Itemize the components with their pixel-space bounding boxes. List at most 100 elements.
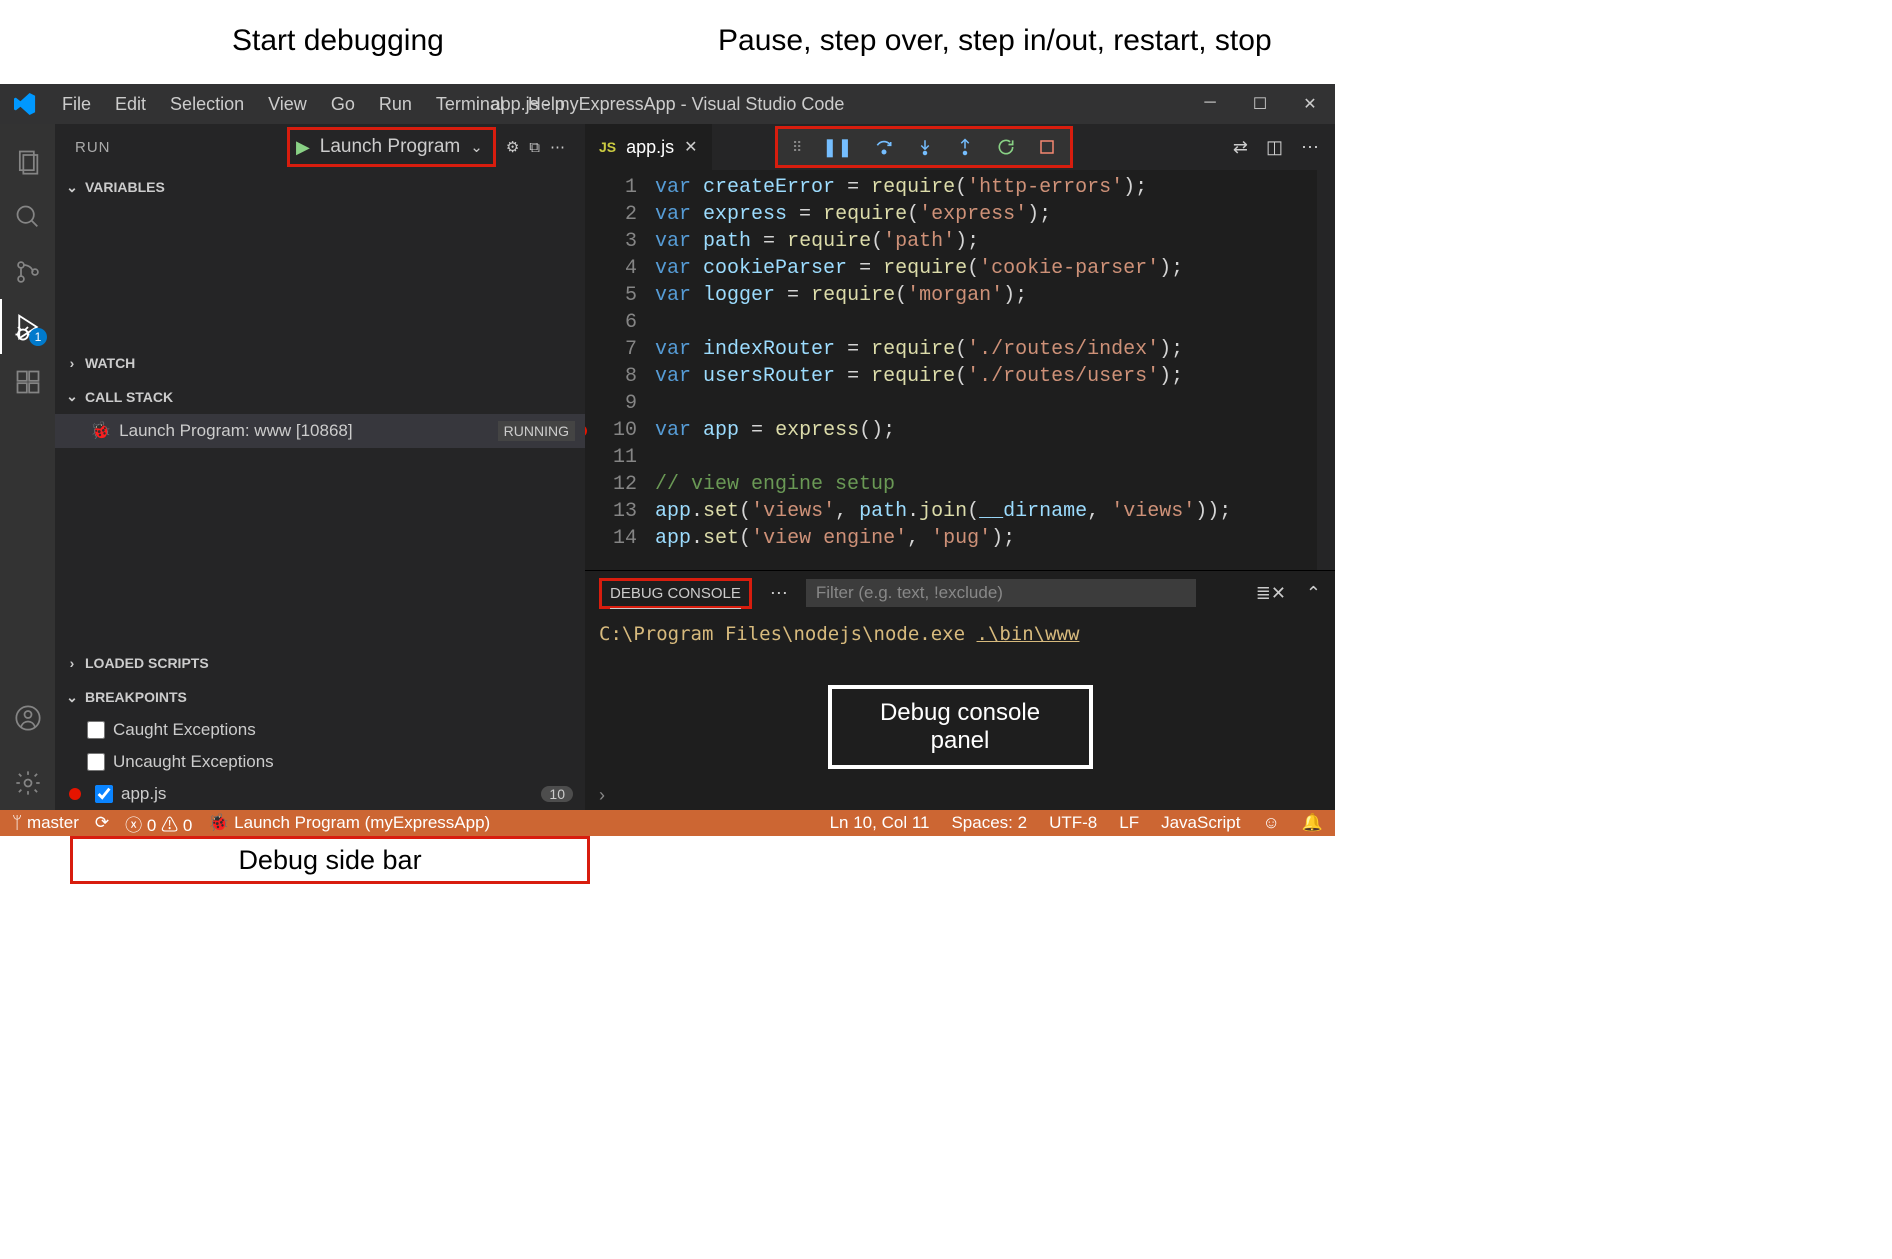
compare-icon[interactable]: ⇄ [1233, 137, 1248, 158]
breakpoint-uncaught[interactable]: Uncaught Exceptions [55, 746, 585, 778]
bug-icon: 🐞 [90, 421, 111, 441]
breakpoint-caught[interactable]: Caught Exceptions [55, 714, 585, 746]
encoding[interactable]: UTF-8 [1049, 813, 1097, 833]
minimize-button[interactable]: ─ [1185, 94, 1235, 114]
branch-indicator[interactable]: ᛘ master [12, 813, 79, 833]
annotation-start-debugging: Start debugging [232, 24, 444, 58]
maximize-button[interactable]: ☐ [1235, 94, 1285, 114]
cursor-position[interactable]: Ln 10, Col 11 [830, 813, 930, 833]
debug-toolbar[interactable]: ⠿ ❚❚ [775, 126, 1073, 168]
debug-console-tab[interactable]: DEBUG CONSOLE [599, 578, 752, 609]
annotation-debug-console-panel: Debug console panel [828, 685, 1093, 769]
vscode-window: FileEditSelectionViewGoRunTerminalHelp a… [0, 84, 1335, 836]
chevron-down-icon[interactable]: ⌄ [470, 138, 483, 156]
line-number[interactable]: 4 [585, 255, 637, 282]
source-control-icon[interactable] [0, 244, 55, 299]
call-stack-label: Launch Program: www [10868] [119, 421, 352, 441]
extensions-icon[interactable] [0, 354, 55, 409]
close-tab-icon[interactable]: ✕ [684, 137, 697, 157]
line-number[interactable]: 9 [585, 390, 637, 417]
line-number[interactable]: 8 [585, 363, 637, 390]
line-number[interactable]: 7 [585, 336, 637, 363]
eol[interactable]: LF [1119, 813, 1139, 833]
stop-icon[interactable] [1038, 138, 1056, 156]
call-stack-item[interactable]: 🐞 Launch Program: www [10868] RUNNING [55, 414, 585, 448]
status-bar: ᛘ master ⟳ ⓧ 0 ⚠ 0 🐞 Launch Program (myE… [0, 810, 1335, 836]
breakpoint-line-badge: 10 [541, 786, 573, 802]
menu-selection[interactable]: Selection [158, 94, 256, 115]
debug-badge: 1 [29, 328, 47, 346]
code-editor[interactable]: 1234567891011121314 var createError = re… [585, 170, 1335, 570]
title-bar: FileEditSelectionViewGoRunTerminalHelp a… [0, 84, 1335, 124]
loaded-scripts-header[interactable]: ›LOADED SCRIPTS [55, 646, 585, 680]
split-editor-icon[interactable]: ◫ [1266, 137, 1283, 158]
drag-grip-icon[interactable]: ⠿ [792, 139, 800, 156]
line-number[interactable]: 2 [585, 201, 637, 228]
sidebar-title: RUN [75, 139, 111, 156]
console-link[interactable]: .\bin\www [977, 623, 1080, 645]
menu-edit[interactable]: Edit [103, 94, 158, 115]
accounts-icon[interactable] [0, 690, 55, 745]
breakpoint-file[interactable]: app.js10 [55, 778, 585, 810]
breakpoints-header[interactable]: ⌄BREAKPOINTS [55, 680, 585, 714]
problems-indicator[interactable]: ⓧ 0 ⚠ 0 [125, 811, 192, 836]
window-title: app.js - myExpressApp - Visual Studio Co… [491, 94, 845, 115]
launch-config-selector[interactable]: ▶ Launch Program ⌄ [287, 127, 496, 167]
panel-more-icon[interactable]: ⋯ [770, 583, 788, 604]
menu-run[interactable]: Run [367, 94, 424, 115]
close-button[interactable]: ✕ [1285, 94, 1335, 114]
call-stack-section-header[interactable]: ⌄CALL STACK [55, 380, 585, 414]
sync-icon[interactable]: ⟳ [95, 813, 109, 833]
line-number[interactable]: 1 [585, 174, 637, 201]
search-icon[interactable] [0, 189, 55, 244]
menu-file[interactable]: File [50, 94, 103, 115]
step-into-icon[interactable] [916, 137, 934, 157]
line-gutter: 1234567891011121314 [585, 170, 655, 570]
pause-icon[interactable]: ❚❚ [822, 137, 852, 158]
run-debug-sidebar: RUN ▶ Launch Program ⌄ ⚙ ⧉ ⋯ ⌄VARIABLES … [55, 124, 585, 810]
code-content[interactable]: var createError = require('http-errors')… [655, 170, 1317, 570]
step-out-icon[interactable] [956, 137, 974, 157]
line-number[interactable]: 14 [585, 525, 637, 552]
annotation-toolbar: Pause, step over, step in/out, restart, … [718, 24, 1272, 58]
filter-input[interactable]: Filter (e.g. text, !exclude) [806, 579, 1196, 607]
call-stack-status: RUNNING [498, 421, 575, 441]
gear-icon[interactable]: ⚙ [506, 138, 519, 156]
step-over-icon[interactable] [874, 137, 894, 157]
start-debug-icon[interactable]: ▶ [296, 137, 310, 158]
menu-go[interactable]: Go [319, 94, 367, 115]
variables-section-header[interactable]: ⌄VARIABLES [55, 170, 585, 204]
restart-icon[interactable] [996, 137, 1016, 157]
more-actions-icon[interactable]: ⋯ [1301, 137, 1319, 158]
vscode-logo-icon [0, 93, 50, 115]
line-number[interactable]: 10 [585, 417, 637, 444]
indentation[interactable]: Spaces: 2 [951, 813, 1027, 833]
annotation-debug-sidebar: Debug side bar [70, 836, 590, 884]
line-number[interactable]: 5 [585, 282, 637, 309]
breakpoint-dot-icon [69, 788, 81, 800]
collapse-panel-icon[interactable]: ⌃ [1306, 583, 1321, 604]
settings-gear-icon[interactable] [0, 755, 55, 810]
line-number[interactable]: 13 [585, 498, 637, 525]
feedback-icon[interactable]: ☺ [1262, 813, 1279, 833]
debug-console-output[interactable]: C:\Program Files\nodejs\node.exe .\bin\w… [585, 615, 1335, 780]
notifications-icon[interactable]: 🔔 [1302, 813, 1323, 833]
line-number[interactable]: 3 [585, 228, 637, 255]
run-debug-icon[interactable]: 1 [0, 299, 55, 354]
repl-chevron-icon[interactable]: › [599, 785, 605, 806]
minimap[interactable] [1317, 170, 1335, 570]
bottom-panel: DEBUG CONSOLE ⋯ Filter (e.g. text, !excl… [585, 570, 1335, 810]
explorer-icon[interactable] [0, 134, 55, 189]
line-number[interactable]: 11 [585, 444, 637, 471]
debug-status[interactable]: 🐞 Launch Program (myExpressApp) [208, 813, 490, 833]
js-file-icon: JS [599, 139, 616, 155]
line-number[interactable]: 6 [585, 309, 637, 336]
debug-console-icon[interactable]: ⧉ [529, 139, 540, 156]
language-mode[interactable]: JavaScript [1161, 813, 1240, 833]
more-icon[interactable]: ⋯ [550, 138, 565, 156]
menu-view[interactable]: View [256, 94, 319, 115]
clear-console-icon[interactable]: ≣✕ [1256, 583, 1286, 604]
line-number[interactable]: 12 [585, 471, 637, 498]
editor-tab-appjs[interactable]: JS app.js ✕ [585, 124, 712, 170]
watch-section-header[interactable]: ›WATCH [55, 346, 585, 380]
